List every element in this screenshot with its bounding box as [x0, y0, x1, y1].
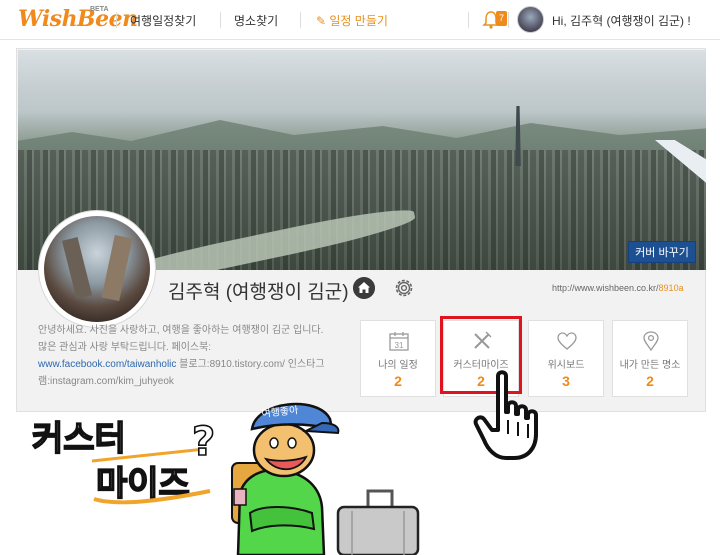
profile-name: 김주혁 (여행쟁이 김군)	[168, 282, 349, 303]
nav-create-itinerary[interactable]: ✎ 일정 만들기	[316, 12, 388, 29]
stat-label: 위시보드	[547, 360, 585, 371]
bio-line: 블로그:8910.tistory.com/ 인스타그	[176, 359, 325, 370]
profile-bio: 안녕하세요. 사진을 사랑하고, 여행을 좋아하는 여행쟁이 김군 입니다. 많…	[38, 322, 338, 390]
cover-sky	[18, 50, 706, 120]
nav-divider	[468, 12, 469, 28]
map-pin-icon	[643, 331, 659, 352]
handwritten-customize-line1: 커스터	[32, 419, 126, 459]
stat-card-my-itinerary[interactable]: 31 나의 일정 2	[360, 320, 436, 397]
cartoon-illustration: 커스터 마이즈 ? 여행좋아	[31, 402, 420, 555]
nav-find-itinerary[interactable]: 여행일정찾기	[130, 12, 196, 29]
photo-building	[61, 236, 93, 300]
suitcase-illustration	[336, 489, 420, 555]
stat-label: 나의 일정	[378, 360, 418, 371]
nav-find-places[interactable]: 명소찾기	[234, 12, 278, 29]
user-greeting-menu[interactable]: Hi, 김주혁 (여행쟁이 김군) !	[552, 12, 691, 29]
calendar-icon: 31	[389, 332, 409, 351]
top-navigation-bar: WishBeen BETA 여행일정찾기 명소찾기 ✎ 일정 만들기 7 Hi,…	[0, 0, 720, 40]
photo-building	[101, 234, 133, 302]
gear-icon[interactable]	[393, 277, 415, 299]
nav-divider	[220, 12, 221, 28]
wishbeen-logo[interactable]: WishBeen	[18, 6, 138, 32]
stat-count: 2	[646, 373, 654, 389]
stat-card-my-places[interactable]: 내가 만든 명소 2	[612, 320, 688, 397]
stat-label: 내가 만든 명소	[619, 360, 681, 371]
question-mark: ?	[192, 419, 215, 465]
profile-avatar[interactable]	[38, 210, 156, 328]
profile-url[interactable]: http://www.wishbeen.co.kr/8910a	[552, 283, 684, 293]
beta-badge: BETA	[90, 6, 109, 13]
bio-line: 램:instagram.com/kim_juhyeok	[38, 376, 174, 387]
notification-count-badge: 7	[496, 11, 507, 26]
facebook-link[interactable]: www.facebook.com/taiwanholic	[38, 359, 176, 370]
bio-line: 많은 관심과 사랑 부탁드립니다. 페이스북:	[38, 342, 212, 353]
heart-icon	[557, 332, 577, 350]
user-avatar[interactable]	[517, 6, 544, 33]
nav-divider	[508, 12, 509, 28]
stat-count: 2	[394, 373, 402, 389]
nav-divider	[300, 12, 301, 28]
change-cover-button[interactable]: 커버 바꾸기	[628, 241, 696, 263]
nav-divider	[116, 12, 117, 28]
home-icon[interactable]	[353, 277, 375, 299]
profile-photo	[44, 216, 150, 322]
calendar-day-number: 31	[395, 341, 404, 350]
cartoon-character: 여행좋아	[231, 402, 340, 555]
bio-line: 안녕하세요. 사진을 사랑하고, 여행을 좋아하는 여행쟁이 김군 입니다.	[38, 325, 324, 336]
